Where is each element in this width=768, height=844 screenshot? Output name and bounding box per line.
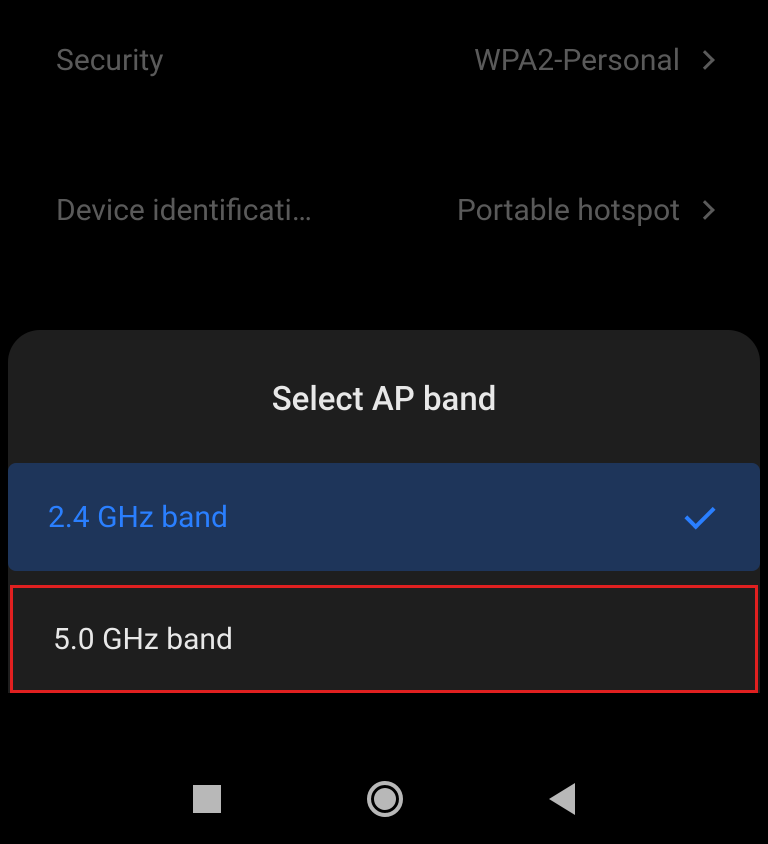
device-id-value-wrap: Portable hotspot: [457, 193, 712, 228]
device-id-row[interactable]: Device identificati… Portable hotspot: [0, 160, 768, 260]
security-label: Security: [56, 43, 396, 78]
home-button[interactable]: [367, 781, 403, 817]
security-row[interactable]: Security WPA2-Personal: [0, 10, 768, 110]
checkmark-icon: [684, 498, 715, 529]
option-2-4-ghz[interactable]: 2.4 GHz band: [8, 463, 760, 571]
chevron-right-icon: [695, 200, 715, 220]
chevron-right-icon: [695, 50, 715, 70]
option-label: 2.4 GHz band: [48, 500, 228, 535]
modal-title: Select AP band: [8, 330, 760, 463]
recent-apps-button[interactable]: [193, 785, 221, 813]
device-id-label: Device identificati…: [56, 193, 396, 228]
device-id-value: Portable hotspot: [457, 193, 680, 228]
security-value-wrap: WPA2-Personal: [474, 43, 712, 78]
ap-band-modal: Select AP band 2.4 GHz band 5.0 GHz band: [8, 330, 760, 693]
option-label: 5.0 GHz band: [53, 622, 233, 657]
security-value: WPA2-Personal: [474, 43, 680, 78]
back-button[interactable]: [549, 783, 575, 815]
navigation-bar: [0, 754, 768, 844]
option-5-0-ghz[interactable]: 5.0 GHz band: [10, 585, 758, 693]
